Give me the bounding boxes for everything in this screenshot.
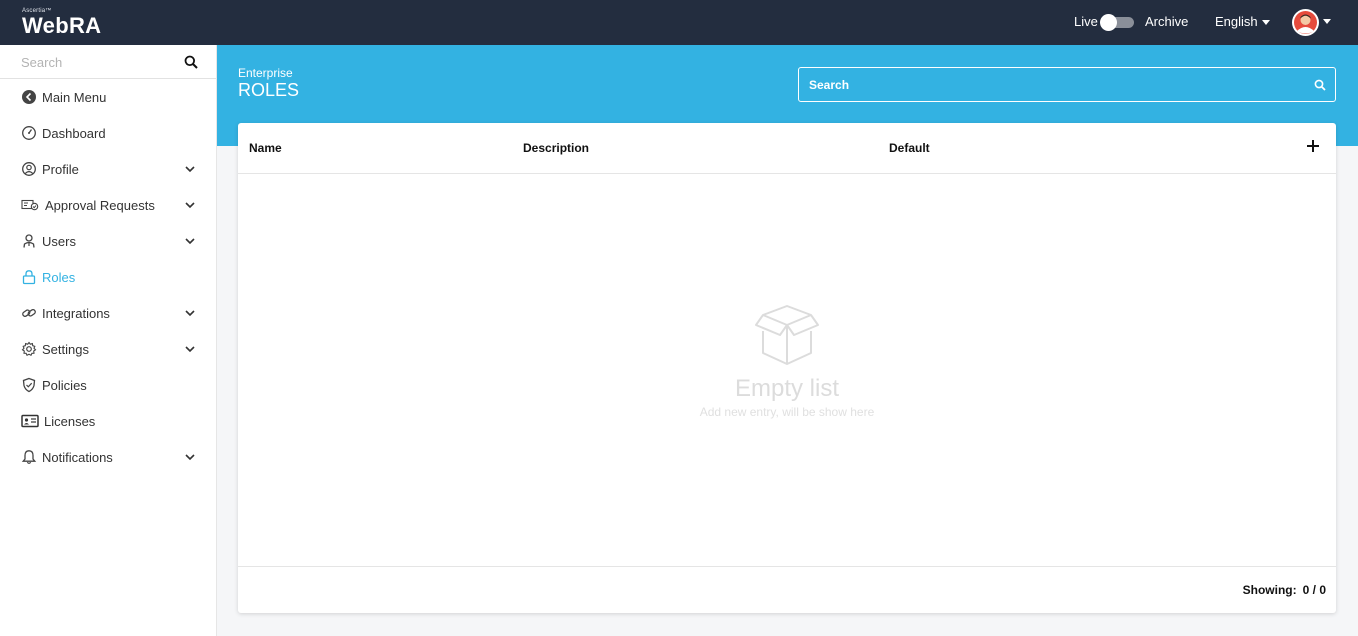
chevron-down-icon: [185, 310, 195, 317]
sidebar-item-label: Dashboard: [42, 126, 106, 141]
avatar-icon: [1294, 11, 1317, 34]
shield-icon: [22, 377, 36, 393]
table-footer: Showing: 0 / 0: [238, 566, 1336, 613]
sidebar-item-approval-requests[interactable]: Approval Requests: [0, 187, 216, 223]
chevron-down-icon: [185, 238, 195, 245]
sidebar-item-policies[interactable]: Policies: [0, 367, 216, 403]
sidebar-item-label: Users: [42, 234, 76, 249]
live-archive-toggle[interactable]: [1100, 14, 1134, 31]
sidebar-item-profile[interactable]: Profile: [0, 151, 216, 187]
sidebar-item-label: Integrations: [42, 306, 110, 321]
table-header: Name Description Default: [238, 123, 1336, 174]
chevron-down-icon: [185, 454, 195, 461]
roles-table-card: Name Description Default Empty list Add …: [238, 123, 1336, 613]
sidebar-item-integrations[interactable]: Integrations: [0, 295, 216, 331]
toggle-knob: [1100, 14, 1117, 31]
sidebar-item-label: Licenses: [44, 414, 96, 429]
sidebar-item-label: Approval Requests: [45, 198, 155, 213]
sidebar-search: [0, 45, 216, 79]
search-icon[interactable]: [1314, 79, 1326, 91]
empty-box-icon: [755, 305, 819, 365]
sidebar-item-users[interactable]: Users: [0, 223, 216, 259]
breadcrumb[interactable]: Enterprise: [238, 66, 293, 80]
link-icon: [22, 309, 36, 317]
empty-subtitle: Add new entry, will be show here: [699, 405, 875, 419]
language-label: English: [1215, 14, 1258, 29]
sidebar-item-label: Policies: [42, 378, 87, 393]
product-name: WebRA: [22, 13, 102, 38]
column-header-default[interactable]: Default: [889, 141, 930, 155]
empty-title: Empty list: [734, 375, 839, 402]
approval-requests-icon: [21, 199, 39, 211]
bell-icon: [21, 450, 37, 464]
dashboard-icon: [22, 126, 36, 140]
back-arrow-icon: [22, 90, 36, 104]
sidebar-item-notifications[interactable]: Notifications: [0, 439, 216, 475]
showing-label: Showing:: [1242, 583, 1297, 597]
sidebar-item-roles[interactable]: Roles: [0, 259, 216, 295]
gear-icon: [21, 341, 37, 357]
sidebar-item-label: Settings: [42, 342, 89, 357]
column-header-description[interactable]: Description: [523, 141, 589, 155]
sidebar: Main Menu Dashboard Profile Approval Req…: [0, 45, 217, 636]
users-icon: [23, 234, 35, 248]
sidebar-item-licenses[interactable]: Licenses: [0, 403, 216, 439]
sidebar-item-dashboard[interactable]: Dashboard: [0, 115, 216, 151]
sidebar-item-settings[interactable]: Settings: [0, 331, 216, 367]
lock-icon: [22, 270, 36, 285]
live-label: Live: [1074, 14, 1098, 29]
sidebar-item-label: Main Menu: [42, 90, 107, 105]
top-bar: Ascertia™ WebRA Live Archive English: [0, 0, 1358, 45]
column-header-name[interactable]: Name: [249, 141, 282, 155]
sidebar-search-input[interactable]: [0, 45, 180, 79]
showing-count: Showing: 0 / 0: [1243, 583, 1326, 597]
chevron-down-icon: [185, 346, 195, 353]
user-avatar[interactable]: [1292, 9, 1319, 36]
chevron-down-icon: [185, 202, 195, 209]
profile-icon: [22, 162, 36, 176]
avatar-caret-icon[interactable]: [1323, 19, 1331, 24]
language-selector[interactable]: English: [1215, 14, 1270, 29]
archive-label: Archive: [1145, 14, 1189, 29]
sidebar-item-main-menu[interactable]: Main Menu: [0, 79, 216, 115]
showing-value: 0 / 0: [1302, 583, 1326, 597]
main-search: [798, 67, 1336, 102]
sidebar-item-label: Profile: [42, 162, 79, 177]
id-card-icon: [21, 414, 39, 428]
chevron-down-icon: [185, 166, 195, 173]
add-icon[interactable]: [1306, 139, 1320, 153]
sidebar-item-label: Notifications: [42, 450, 113, 465]
sidebar-item-label: Roles: [42, 270, 76, 285]
search-icon[interactable]: [184, 55, 198, 69]
main-search-input[interactable]: [799, 68, 1299, 101]
page-title: ROLES: [238, 80, 300, 100]
main-content: Enterprise ROLES Name Description Defaul…: [217, 45, 1358, 636]
caret-down-icon: [1261, 20, 1270, 26]
